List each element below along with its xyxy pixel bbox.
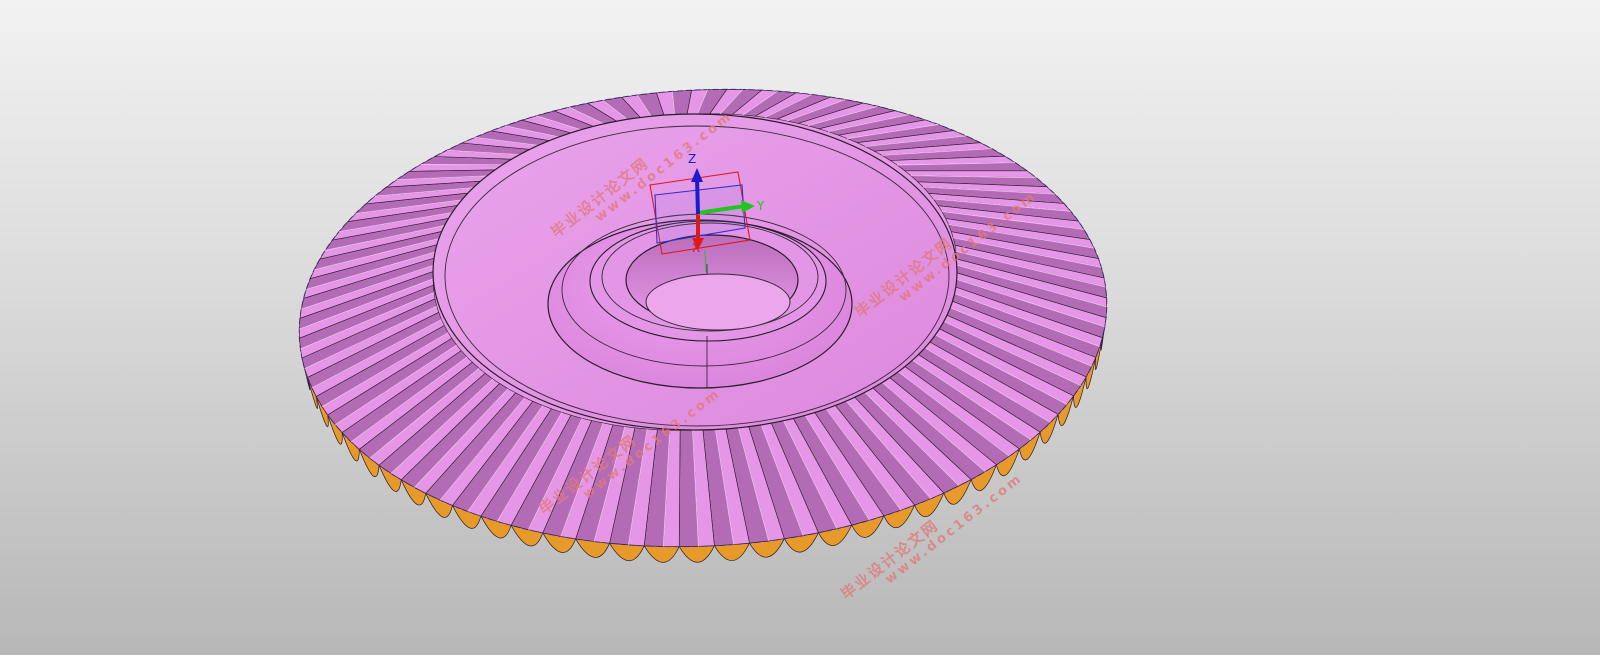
gear-underside-tooth bbox=[678, 545, 715, 563]
triad-z-axis bbox=[695, 177, 700, 215]
cad-viewport[interactable]: Z Y X 毕业设计论文网 www.doc163.com 毕业设计论文网 www… bbox=[0, 0, 1600, 655]
triad-z-label: Z bbox=[688, 152, 696, 166]
gear-tooth-crest bbox=[420, 164, 512, 166]
triad-y-label: Y bbox=[756, 199, 765, 213]
gear-model-view[interactable]: Z Y X bbox=[0, 0, 1600, 655]
hub-bore-floor bbox=[645, 273, 791, 331]
triad-x-label: X bbox=[692, 241, 700, 255]
gear-underside-tooth bbox=[643, 545, 680, 563]
